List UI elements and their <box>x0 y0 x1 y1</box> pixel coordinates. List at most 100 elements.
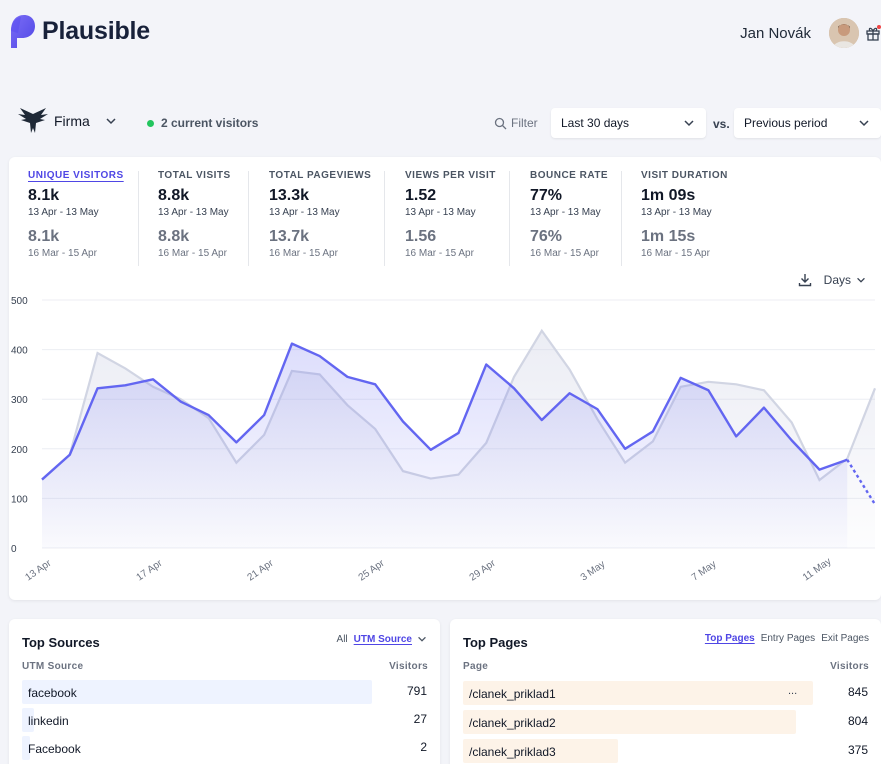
avatar[interactable] <box>829 18 859 48</box>
visitors-chart[interactable]: 0 100 200 300 400 500 13 Apr 17 Apr 21 Apr 25 Apr… <box>9 283 881 593</box>
tab-all[interactable]: All <box>337 634 348 645</box>
chevron-down-icon <box>106 118 116 125</box>
y-tick-label: 500 <box>11 296 28 307</box>
metric-prev-value: 8.1k <box>28 228 60 245</box>
user-menu[interactable]: Jan Novák <box>740 18 881 48</box>
x-tick-label: 29 Apr <box>468 557 499 583</box>
metric-divider <box>384 171 385 266</box>
metric-prev-range: 16 Mar - 15 Apr <box>158 248 227 259</box>
metric-prev-value: 76% <box>530 228 563 245</box>
user-name: Jan Novák <box>740 24 811 42</box>
metric-prev-value: 1.56 <box>405 228 437 245</box>
metric-total-visits[interactable]: TOTAL VISITS 8.8k 13 Apr - 13 May 8.8k 1… <box>158 170 231 266</box>
metric-divider <box>621 171 622 266</box>
period-select-value: Last 30 days <box>561 116 630 130</box>
list-item[interactable]: /clanek_priklad3 375 <box>463 739 868 763</box>
y-tick-label: 300 <box>11 395 28 406</box>
x-tick-label: 7 May <box>690 559 719 584</box>
column-header-value: Visitors <box>389 661 428 672</box>
row-label: linkedin <box>28 714 69 728</box>
metric-prev-range: 16 Mar - 15 Apr <box>530 248 599 259</box>
metric-views-per-visit[interactable]: VIEWS PER VISIT 1.52 13 Apr - 13 May 1.5… <box>405 170 496 266</box>
site-switcher[interactable]: Firma <box>18 108 118 134</box>
current-visitors-label: 2 current visitors <box>161 116 259 130</box>
metric-value: 1.52 <box>405 187 437 204</box>
metric-range: 13 Apr - 13 May <box>641 207 712 218</box>
list-item[interactable]: facebook 791 <box>22 680 427 704</box>
row-value: 804 <box>847 714 868 728</box>
x-tick-label: 13 Apr <box>23 557 54 583</box>
row-more[interactable]: ... <box>788 685 797 697</box>
top-sources-card: Top Sources All UTM Source UTM Source Vi… <box>9 619 440 764</box>
site-name: Firma <box>54 113 90 129</box>
y-tick-label: 400 <box>11 346 28 357</box>
y-tick-label: 0 <box>11 544 17 555</box>
metric-divider <box>248 171 249 266</box>
chevron-down-icon <box>684 120 694 127</box>
filter-button[interactable]: Filter <box>494 116 538 130</box>
pages-tabs: Top Pages Entry Pages Exit Pages <box>699 633 869 644</box>
metric-label: TOTAL VISITS <box>158 170 231 181</box>
tab-utm-source[interactable]: UTM Source <box>354 634 412 645</box>
tab-top-pages[interactable]: Top Pages <box>705 633 755 644</box>
metric-prev-value: 1m 15s <box>641 228 696 245</box>
column-header-label: Page <box>463 661 489 672</box>
y-tick-label: 100 <box>11 494 28 505</box>
metric-value: 8.1k <box>28 187 60 204</box>
metric-divider <box>138 171 139 266</box>
metric-label: VISIT DURATION <box>641 170 728 181</box>
list-item[interactable]: /clanek_priklad2 804 <box>463 710 868 734</box>
period-select[interactable]: Last 30 days <box>551 108 706 138</box>
tab-entry-pages[interactable]: Entry Pages <box>761 633 815 644</box>
column-header-label: UTM Source <box>22 661 84 672</box>
x-tick-label: 17 Apr <box>134 557 165 583</box>
metric-prev-range: 16 Mar - 15 Apr <box>405 248 474 259</box>
metric-value: 77% <box>530 187 563 204</box>
column-header-value: Visitors <box>830 661 869 672</box>
metric-visit-duration[interactable]: VISIT DURATION 1m 09s 13 Apr - 13 May 1m… <box>641 170 728 266</box>
filter-label: Filter <box>511 116 538 130</box>
row-value: 27 <box>413 712 427 726</box>
metric-range: 13 Apr - 13 May <box>405 207 476 218</box>
y-tick-label: 200 <box>11 445 28 456</box>
row-value: 375 <box>847 743 868 757</box>
plausible-logo[interactable]: Plausible <box>8 13 150 49</box>
x-tick-label: 3 May <box>579 559 608 584</box>
metric-prev-value: 8.8k <box>158 228 190 245</box>
metric-bounce-rate[interactable]: BOUNCE RATE 77% 13 Apr - 13 May 76% 16 M… <box>530 170 608 266</box>
row-label: /clanek_priklad2 <box>469 716 556 730</box>
chevron-down-icon <box>859 120 869 127</box>
tab-exit-pages[interactable]: Exit Pages <box>821 633 869 644</box>
metric-range: 13 Apr - 13 May <box>28 207 99 218</box>
card-title: Top Sources <box>22 635 100 650</box>
search-icon <box>494 117 507 129</box>
vs-label: vs. <box>713 117 730 131</box>
metric-range: 13 Apr - 13 May <box>530 207 601 218</box>
metric-value: 8.8k <box>158 187 190 204</box>
metric-label: UNIQUE VISITORS <box>28 170 124 181</box>
gift-icon[interactable] <box>865 25 881 41</box>
metric-value: 13.3k <box>269 187 310 204</box>
metric-unique-visitors[interactable]: UNIQUE VISITORS 8.1k 13 Apr - 13 May 8.1… <box>28 170 124 266</box>
online-dot-icon <box>147 119 154 127</box>
metric-prev-value: 13.7k <box>269 228 310 245</box>
x-tick-label: 11 May <box>801 556 834 583</box>
visitors-area <box>42 343 848 548</box>
list-item[interactable]: linkedin 27 <box>22 708 427 732</box>
top-pages-card: Top Pages Top Pages Entry Pages Exit Pag… <box>450 619 881 764</box>
row-label: Facebook <box>28 742 81 756</box>
list-item[interactable]: Facebook 2 <box>22 736 427 760</box>
metric-range: 13 Apr - 13 May <box>158 207 229 218</box>
metric-range: 13 Apr - 13 May <box>269 207 340 218</box>
x-tick-label: 25 Apr <box>357 557 388 583</box>
row-label: facebook <box>28 686 77 700</box>
compare-select[interactable]: Previous period <box>734 108 881 138</box>
x-tick-label: 21 Apr <box>246 557 277 583</box>
list-item[interactable]: /clanek_priklad1... 845 <box>463 681 868 705</box>
metric-total-pageviews[interactable]: TOTAL PAGEVIEWS 13.3k 13 Apr - 13 May 13… <box>269 170 371 266</box>
row-value: 845 <box>847 685 868 699</box>
card-title: Top Pages <box>463 635 528 650</box>
current-visitors[interactable]: 2 current visitors <box>147 116 258 130</box>
chevron-down-icon[interactable] <box>416 633 428 645</box>
metric-label: BOUNCE RATE <box>530 170 609 181</box>
